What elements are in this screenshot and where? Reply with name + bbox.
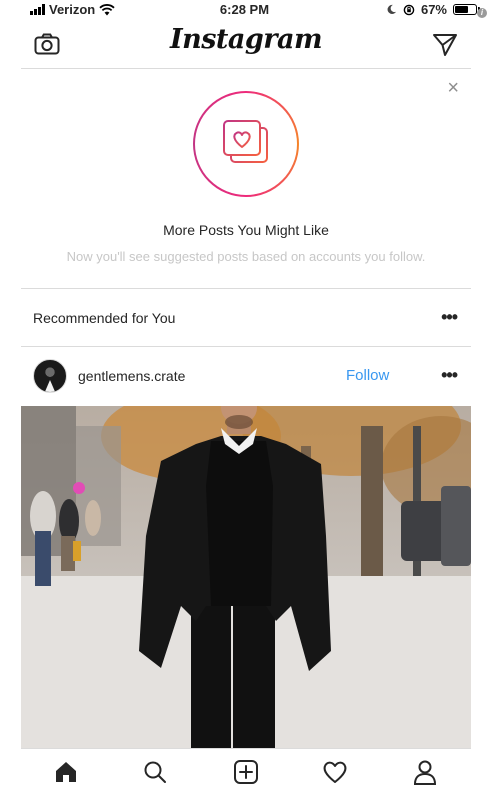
bottom-navigation [21, 748, 471, 796]
post-username[interactable]: gentlemens.crate [78, 368, 185, 384]
nav-new-post[interactable] [231, 757, 261, 787]
post-photo[interactable] [21, 406, 471, 748]
direct-message-icon [433, 34, 457, 56]
nav-profile[interactable] [410, 757, 440, 787]
status-right: 67% [386, 2, 480, 17]
street-scene-image [21, 406, 471, 748]
nav-search[interactable] [140, 757, 170, 787]
top-bar: Instagram [21, 20, 471, 69]
do-not-disturb-moon-icon [387, 4, 397, 15]
suggested-posts-subtitle: Now you'll see suggested posts based on … [66, 249, 426, 264]
activity-heart-icon [323, 761, 347, 783]
direct-message-button[interactable] [431, 31, 459, 59]
suggested-posts-card: × More Posts You Might Like Now you'll s… [21, 69, 471, 289]
suggested-posts-ring [193, 91, 299, 197]
home-icon [56, 762, 76, 782]
close-icon[interactable]: × [447, 77, 459, 100]
rotation-lock-icon [403, 4, 415, 15]
follow-button[interactable]: Follow [346, 367, 389, 384]
battery-icon [453, 4, 480, 15]
nav-home[interactable] [51, 757, 81, 787]
app-frame: Instagram × More Posts You Might Like No… [21, 20, 471, 796]
status-bar: Verizon 6:28 PM 67% [0, 0, 489, 20]
nav-activity[interactable] [320, 757, 350, 787]
search-icon [144, 761, 166, 783]
post-more-options[interactable]: ••• [441, 365, 458, 386]
profile-icon [413, 760, 437, 785]
new-post-icon [234, 760, 258, 784]
suggested-posts-heart-icon [223, 120, 268, 163]
info-badge-icon[interactable]: i [477, 8, 487, 18]
suggested-posts-title: More Posts You Might Like [163, 222, 329, 238]
avatar[interactable] [33, 359, 67, 393]
post-header: gentlemens.crate Follow ••• [21, 347, 471, 405]
recommended-more-options[interactable]: ••• [441, 307, 458, 328]
recommended-header: Recommended for You ••• [21, 289, 471, 347]
battery-percent: 67% [420, 2, 447, 17]
recommended-title: Recommended for You [33, 310, 176, 326]
instagram-logo[interactable]: Instagram [21, 24, 471, 55]
